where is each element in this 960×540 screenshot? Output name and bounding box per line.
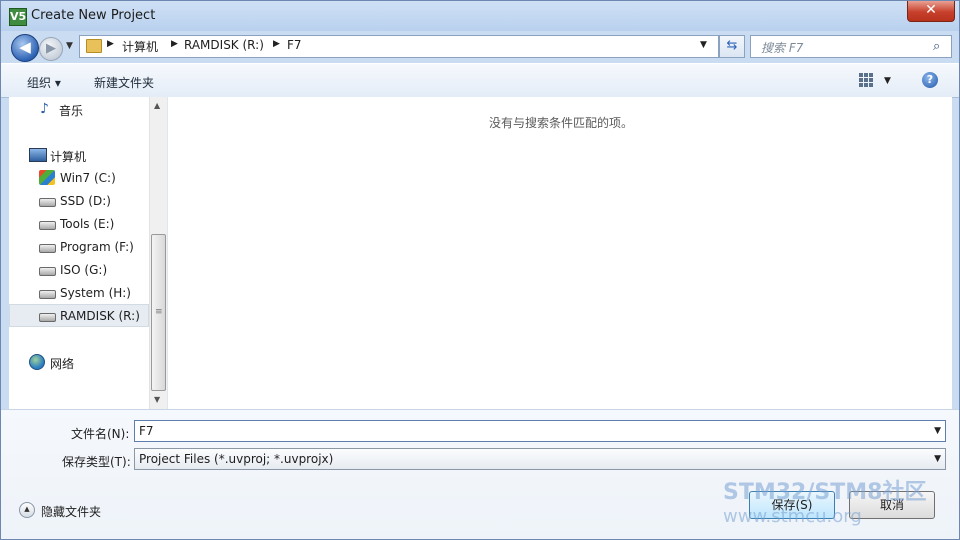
scroll-down-icon[interactable]: ▼ bbox=[154, 395, 160, 404]
views-icon[interactable] bbox=[859, 73, 873, 87]
breadcrumb-chevron-icon[interactable]: ▶ bbox=[107, 39, 114, 49]
scroll-thumb[interactable]: ≡ bbox=[151, 234, 166, 391]
grip-icon: ≡ bbox=[155, 307, 163, 317]
empty-message: 没有与搜索条件匹配的项。 bbox=[489, 116, 634, 130]
sidebar-item-ssd[interactable]: SSD (D:) bbox=[9, 191, 149, 211]
search-placeholder: 搜索 F7 bbox=[761, 41, 804, 55]
help-icon[interactable]: ? bbox=[922, 72, 938, 88]
drive-icon bbox=[39, 267, 56, 276]
breadcrumb-item[interactable]: 计算机 bbox=[122, 38, 158, 55]
breadcrumb-item[interactable]: RAMDISK (R:) bbox=[184, 38, 264, 52]
sidebar-item-computer[interactable]: 计算机 bbox=[9, 145, 149, 165]
collapse-arrow-icon: ▲ bbox=[19, 502, 35, 518]
forward-arrow-icon: ▶ bbox=[46, 41, 56, 56]
address-dropdown-icon[interactable]: ▼ bbox=[700, 40, 707, 50]
filename-field[interactable]: F7 ▼ bbox=[134, 420, 946, 442]
breadcrumb-chevron-icon[interactable]: ▶ bbox=[171, 39, 178, 49]
sidebar-item-tools[interactable]: Tools (E:) bbox=[9, 214, 149, 234]
file-list-pane[interactable]: 没有与搜索条件匹配的项。 bbox=[167, 97, 952, 409]
sidebar-item-label: Program (F:) bbox=[60, 240, 134, 254]
breadcrumb-chevron-icon[interactable]: ▶ bbox=[273, 39, 280, 49]
watermark: STM32/STM8社区 www.stmcu.org bbox=[723, 481, 926, 529]
scroll-up-icon[interactable]: ▲ bbox=[154, 101, 160, 110]
watermark-url: www.stmcu.org bbox=[723, 506, 862, 527]
back-arrow-icon: ◀ bbox=[19, 38, 31, 56]
drive-icon bbox=[39, 198, 56, 207]
sidebar-item-label: RAMDISK (R:) bbox=[60, 309, 140, 323]
sidebar-item-system[interactable]: System (H:) bbox=[9, 283, 149, 303]
filetype-value: Project Files (*.uvproj; *.uvprojx) bbox=[139, 452, 334, 466]
hide-folders-label: 隐藏文件夹 bbox=[41, 505, 102, 519]
sidebar-item-label: 计算机 bbox=[50, 150, 87, 164]
filetype-select[interactable]: Project Files (*.uvproj; *.uvprojx) ▼ bbox=[134, 448, 946, 470]
filename-value: F7 bbox=[139, 424, 154, 438]
search-icon[interactable]: ⌕ bbox=[933, 39, 940, 54]
save-dialog-window: V5 Create New Project ✕ ◀ ▶ ▼ ▶ 计算机 ▶ RA… bbox=[0, 0, 960, 540]
back-button[interactable]: ◀ bbox=[11, 34, 39, 62]
refresh-icon: ⇆ bbox=[726, 38, 738, 53]
sidebar-item-program[interactable]: Program (F:) bbox=[9, 237, 149, 257]
drive-icon bbox=[39, 313, 56, 322]
filetype-label: 保存类型(T): bbox=[62, 455, 131, 469]
organize-button[interactable]: 组织 ▾ bbox=[27, 74, 61, 91]
sidebar-item-ramdisk[interactable]: RAMDISK (R:) bbox=[9, 306, 149, 326]
sidebar-scrollbar[interactable]: ▲ ≡ ▼ bbox=[149, 97, 167, 409]
forward-button[interactable]: ▶ bbox=[39, 37, 63, 61]
sidebar-item-label: ISO (G:) bbox=[60, 263, 108, 277]
views-dropdown-icon[interactable]: ▼ bbox=[884, 76, 891, 86]
breadcrumb-item[interactable]: F7 bbox=[287, 38, 302, 52]
sidebar-item-music[interactable]: ♪ 音乐 bbox=[9, 99, 149, 119]
search-input[interactable]: 搜索 F7 ⌕ bbox=[750, 35, 952, 58]
new-folder-button[interactable]: 新建文件夹 bbox=[94, 74, 154, 91]
watermark-title: STM32/STM8社区 bbox=[723, 480, 927, 505]
sidebar-item-label: Tools (E:) bbox=[60, 217, 115, 231]
recent-locations-dropdown[interactable]: ▼ bbox=[66, 41, 73, 51]
sidebar-item-label: SSD (D:) bbox=[60, 194, 111, 208]
sidebar-item-label: 网络 bbox=[50, 357, 75, 371]
command-bar: 组织 ▾ 新建文件夹 bbox=[1, 63, 959, 98]
network-icon bbox=[29, 354, 45, 370]
filename-label: 文件名(N): bbox=[71, 427, 130, 441]
sidebar-item-label: System (H:) bbox=[60, 286, 131, 300]
sidebar-item-iso[interactable]: ISO (G:) bbox=[9, 260, 149, 280]
music-icon: ♪ bbox=[40, 101, 49, 117]
drive-icon bbox=[39, 290, 56, 299]
window-title: Create New Project bbox=[31, 8, 156, 23]
close-button[interactable]: ✕ bbox=[907, 1, 955, 22]
sidebar-item-label: 音乐 bbox=[59, 104, 84, 118]
address-bar[interactable]: ▶ 计算机 ▶ RAMDISK (R:) ▶ F7 ▼ bbox=[79, 35, 719, 58]
filetype-dropdown-icon[interactable]: ▼ bbox=[934, 454, 941, 464]
navigation-pane: ♪ 音乐 计算机 Win7 (C:) SSD (D:) Tools (E:) P… bbox=[9, 97, 149, 409]
sidebar-item-label: Win7 (C:) bbox=[60, 171, 116, 185]
keil-app-icon: V5 bbox=[9, 8, 27, 26]
windows-drive-icon bbox=[39, 170, 55, 185]
folder-icon bbox=[86, 39, 102, 53]
sidebar-item-network[interactable]: 网络 bbox=[9, 352, 149, 372]
computer-icon bbox=[29, 148, 47, 162]
refresh-button[interactable]: ⇆ bbox=[719, 35, 745, 58]
filename-dropdown-icon[interactable]: ▼ bbox=[934, 426, 941, 436]
drive-icon bbox=[39, 221, 56, 230]
drive-icon bbox=[39, 244, 56, 253]
sidebar-item-win7[interactable]: Win7 (C:) bbox=[9, 168, 149, 188]
